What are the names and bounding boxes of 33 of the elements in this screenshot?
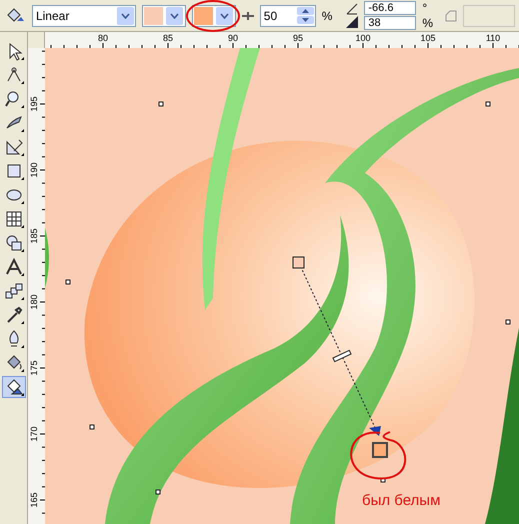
angle-icon (346, 3, 358, 15)
midpoint-icon (242, 10, 254, 20)
ruler-label: 105 (420, 33, 436, 43)
ruler-label: 110 (486, 33, 500, 43)
percent-label: % (422, 16, 434, 30)
ruler-label: 95 (293, 33, 303, 43)
caret-icon (220, 12, 229, 18)
ruler-label: 165 (29, 492, 39, 508)
midpoint-field[interactable]: 50 (260, 4, 316, 26)
degree-label: ° (422, 1, 428, 15)
caret-icon (120, 12, 130, 18)
ruler-label: 170 (29, 426, 39, 442)
from-color-picker[interactable] (142, 4, 186, 26)
disabled-field (463, 4, 515, 26)
ruler-label: 90 (228, 33, 238, 43)
edge-pad-icon (346, 16, 358, 28)
ruler-label: 85 (163, 33, 173, 43)
annotation-text: был белым (362, 492, 440, 509)
ruler-label: 80 (98, 33, 108, 43)
ruler-label: 190 (29, 162, 39, 178)
percent-label: % (322, 8, 332, 22)
corner-icon (445, 10, 458, 22)
angle-field[interactable]: -66.6 (364, 1, 416, 15)
ruler-label: 195 (29, 96, 39, 112)
edge-pad-field[interactable]: 38 (364, 16, 416, 30)
to-color-picker[interactable] (192, 4, 236, 26)
ruler-label: 180 (29, 294, 39, 310)
ruler-label: 100 (355, 33, 371, 43)
ruler-label: 185 (29, 228, 39, 244)
ruler-label: 175 (29, 360, 39, 376)
caret-icon (170, 12, 179, 18)
tool-button[interactable] (2, 376, 26, 398)
fill-type-dropdown[interactable]: Linear (32, 4, 136, 26)
